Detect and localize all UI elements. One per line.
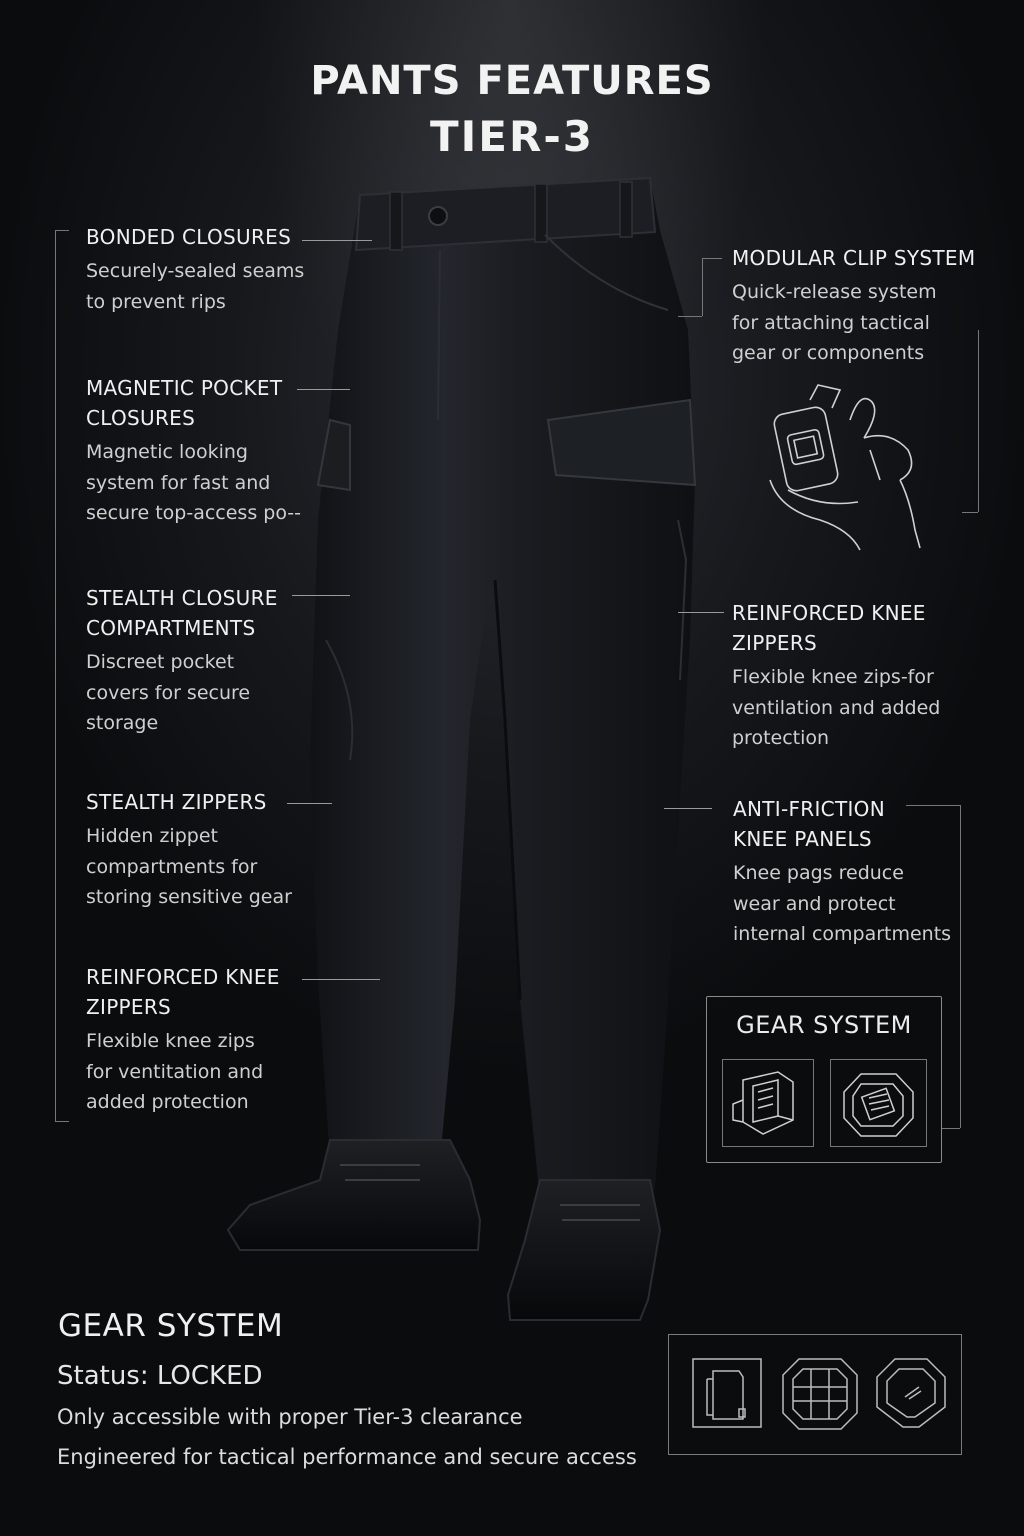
leader-line (702, 258, 703, 316)
feature-desc: Discreet pocket covers for secure storage (86, 651, 251, 734)
clearance-note: Only accessible with proper Tier-3 clear… (57, 1405, 523, 1429)
leader-line (702, 258, 722, 259)
bracket-line (978, 330, 979, 512)
gear-cell (830, 1059, 927, 1147)
leader-line (678, 612, 724, 613)
feature-desc: Flexible knee zips for ventitation and add… (86, 1030, 264, 1113)
button (428, 206, 448, 226)
right-boot (506, 1179, 662, 1321)
belt-loop-mid (619, 181, 633, 238)
feature-title: BONDED CLOSURES (86, 225, 292, 249)
bottom-icon-cell (691, 1357, 763, 1429)
leader-line (292, 595, 350, 596)
feature-title: STEALTH CLOSURE COMPARTMENTS (86, 586, 278, 640)
feature-magnetic-pocket: MAGNETIC POCKET CLOSURES Magnetic looking… (86, 373, 326, 529)
leader-line (302, 979, 380, 980)
panel-icon (692, 1358, 762, 1428)
grid-plate-icon (782, 1358, 858, 1430)
left-boot (226, 1139, 482, 1251)
gear-cell (722, 1059, 814, 1147)
feature-title: REINFORCED KNEE ZIPPERS (732, 601, 926, 655)
left-bracket-top (55, 230, 69, 231)
status-label: Status: LOCKED (57, 1361, 263, 1391)
leader-line (287, 803, 332, 804)
belt-loop-left (389, 191, 403, 251)
leader-line (302, 240, 372, 241)
feature-bonded-closures: BONDED CLOSURES Securely-sealed seams to … (86, 222, 326, 317)
feature-modular-clip: MODULAR CLIP SYSTEM Quick-release system… (732, 243, 1002, 369)
feature-desc: Securely-sealed seams to prevent rips (86, 260, 305, 313)
left-bracket-bottom (55, 1121, 69, 1122)
feature-reinforced-knee-right: REINFORCED KNEE ZIPPERS Flexible knee zip… (732, 598, 1002, 754)
feature-stealth-zippers: STEALTH ZIPPERS Hidden zippet compartment… (86, 787, 326, 913)
gear-panel-title: GEAR SYSTEM (736, 1011, 912, 1039)
bottom-icon-panel (668, 1334, 962, 1455)
shield-module-icon (843, 1073, 914, 1137)
feature-stealth-closure: STEALTH CLOSURE COMPARTMENTS Discreet poc… (86, 583, 326, 739)
feature-title: REINFORCED KNEE ZIPPERS (86, 965, 280, 1019)
shield-badge-icon (876, 1358, 946, 1428)
clip-hand-icon (769, 384, 921, 551)
feature-title: ANTI-FRICTION KNEE PANELS (733, 797, 885, 851)
feature-desc: Knee pags reduce wear and protect internal… (733, 862, 952, 945)
feature-desc: Hidden zippet compartments for storing sen… (86, 825, 292, 908)
bracket-line (960, 805, 961, 1128)
belt-loop-right (534, 183, 548, 243)
leader-line (664, 808, 712, 809)
leader-line (678, 316, 702, 317)
feature-title: MODULAR CLIP SYSTEM (732, 246, 976, 270)
left-bracket (55, 230, 56, 1122)
feature-desc: Quick-release system for attaching tactic… (732, 281, 937, 364)
bracket-line (906, 805, 960, 806)
feature-reinforced-knee-left: REINFORCED KNEE ZIPPERS Flexible knee zip… (86, 962, 326, 1118)
leader-line (297, 389, 350, 390)
bottom-icon-cell (781, 1357, 859, 1430)
bottom-icon-cell (875, 1357, 947, 1429)
feature-title: MAGNETIC POCKET CLOSURES (86, 376, 283, 430)
feature-title: STEALTH ZIPPERS (86, 790, 267, 814)
feature-desc: Flexible knee zips-for ventilation and ad… (732, 666, 941, 749)
clip-module-icon (732, 1071, 794, 1135)
bottom-gear-title: GEAR SYSTEM (58, 1308, 284, 1344)
gear-system-panel: GEAR SYSTEM (706, 996, 942, 1163)
engineering-note: Engineered for tactical performance and … (57, 1445, 637, 1469)
bracket-line (962, 512, 978, 513)
feature-anti-friction: ANTI-FRICTION KNEE PANELS Knee pags reduc… (733, 794, 1003, 950)
feature-desc: Magnetic looking system for fast and secur… (86, 441, 302, 524)
bracket-line (942, 1128, 960, 1129)
